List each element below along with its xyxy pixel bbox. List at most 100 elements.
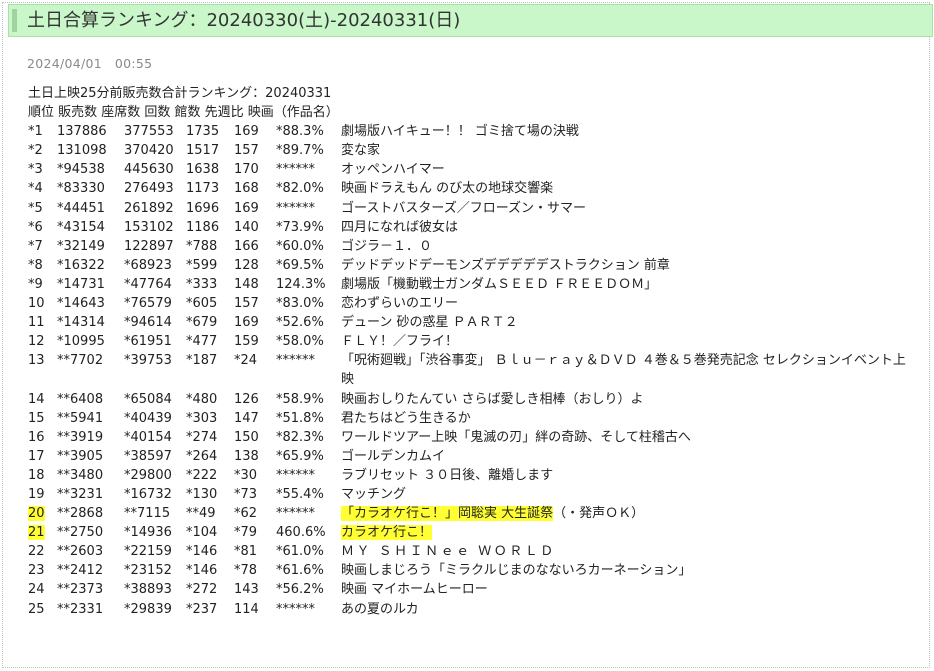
cell-rank-value: *2 [28,143,43,159]
cell-rank: 12 [28,332,45,351]
cell-seats-value: *47764 [124,276,172,292]
cell-seats: *16732 [124,485,172,504]
cell-count-value: 1173 [186,181,220,197]
cell-sales: 137886 [57,122,107,141]
movie-title: ＦＬＹ！／フライ！ [341,334,459,350]
cell-sales-value: *10995 [57,334,105,350]
cell-ratio-value: *73.9% [276,219,324,235]
cell-title: 四月になれば彼女は [341,218,458,237]
cell-count: *146 [186,561,217,580]
cell-rank-value: 23 [28,563,45,579]
cell-halls: 166 [234,237,259,256]
cell-ratio-value: ****** [276,200,315,216]
cell-rank: *1 [28,122,43,141]
cell-halls: *24 [234,351,257,370]
cell-ratio-value: 124.3% [276,276,326,292]
cell-seats-value: *14936 [124,525,172,541]
cell-title: ＦＬＹ！／フライ！ [341,332,458,351]
cell-sales: **7702 [57,351,103,370]
cell-count: **49 [186,504,216,523]
cell-seats: *29800 [124,466,172,485]
cell-ratio: ****** [276,351,315,370]
cell-ratio-value: *88.3% [276,124,324,140]
cell-ratio: *65.9% [276,447,324,466]
cell-count-value: *333 [186,276,218,292]
cell-sales-value: **3905 [57,448,104,464]
movie-title: 映画ドラえもん のび太の地球交響楽 [341,181,554,197]
movie-title: 劇場版「機動戦士ガンダムＳＥＥＤ ＦＲＥＥＤＯＭ」 [341,276,658,292]
cell-ratio-value: *82.3% [276,429,324,445]
cell-halls-value: 157 [234,296,259,312]
cell-halls-value: 166 [234,238,259,254]
cell-title: 「呪術廻戦」「渋谷事変」 Ｂｌｕ－ｒａｙ＆ＤＶＤ ４巻＆５巻発売記念 セレクショ… [341,351,916,389]
table-row: 11 *14314 *94614 *679 169 *52.6% デューン 砂の惑星 ＰＡＲ… [28,313,918,332]
ranking-heading: 土日上映25分前販売数合計ランキング：20240331 [28,86,332,101]
cell-count-value: *222 [186,467,218,483]
cell-seats: 377553 [124,122,174,141]
cell-sales-value: **2331 [57,601,104,617]
cell-seats-value: *40439 [124,410,172,426]
cell-count: *477 [186,332,217,351]
cell-sales: **2868 [57,504,103,523]
cell-halls: 150 [234,428,259,447]
cell-rank-value: *3 [28,162,43,178]
movie-title: 変な家 [341,143,381,159]
cell-halls: 114 [234,600,259,619]
cell-title: 劇場版ハイキュー！！ ゴミ捨て場の決戦 [341,122,579,141]
cell-title: ゴールデンカムイ [341,447,445,466]
cell-sales-value: *14643 [57,296,105,312]
cell-sales: **3905 [57,447,103,466]
cell-count-value: *272 [186,582,218,598]
table-row: 20 **2868 **7115 **49 *62 ****** 「カラオケ行こ！」岡聡実 … [28,504,918,523]
table-row: *8 *16322 *68923 *599 128 *69.5% デッドデッドデーモンズデデ… [28,256,918,275]
cell-sales: **2373 [57,580,103,599]
table-row: 24 **2373 *38893 *272 143 *56.2% 映画 マイホームヒーロー [28,580,918,599]
cell-seats-value: *22159 [124,544,172,560]
cell-ratio: *56.2% [276,580,324,599]
cell-seats-value: *68923 [124,257,172,273]
cell-count: *104 [186,523,217,542]
cell-count: *187 [186,351,217,370]
cell-sales: *14643 [57,294,105,313]
cell-count-value: 1517 [186,143,220,159]
ranking-content: 土日上映25分前販売数合計ランキング：20240331 順位 販売数 座席数 回… [28,84,918,619]
cell-count: *146 [186,542,217,561]
cell-ratio: ****** [276,466,315,485]
cell-seats: 370420 [124,141,174,160]
cell-count-value: *605 [186,296,218,312]
cell-rank: 15 [28,409,45,428]
cell-seats: **7115 [124,504,170,523]
cell-count: *480 [186,390,217,409]
cell-title: 変な家 [341,141,380,160]
cell-sales-value: **3919 [57,429,104,445]
cell-count-value: *477 [186,334,218,350]
cell-halls-value: 170 [234,162,259,178]
cell-rank: *2 [28,141,43,160]
cell-seats-value: *76579 [124,296,172,312]
table-row: 17 **3905 *38597 *264 138 *65.9% ゴールデンカムイ [28,447,918,466]
cell-rank: 21 [28,523,45,542]
cell-halls-value: *79 [234,525,258,541]
movie-title-suffix: （・発声ＯＫ） [553,506,645,522]
movie-title: ラブリセット ３０日後、離婚します [341,467,554,483]
table-row: *2 131098 370420 1517 157 *89.7% 変な家 [28,141,918,160]
cell-sales-value: *43154 [57,219,105,235]
cell-title: 映画ドラえもん のび太の地球交響楽 [341,179,553,198]
cell-halls-value: 143 [234,582,259,598]
cell-seats: 122897 [124,237,174,256]
cell-ratio-value: *51.8% [276,410,324,426]
cell-sales: **2412 [57,561,103,580]
cell-sales-value: **6408 [57,391,104,407]
cell-count-value: *303 [186,410,218,426]
cell-sales-value: **2868 [57,506,104,522]
cell-count: *130 [186,485,217,504]
cell-sales-value: **2373 [57,582,104,598]
cell-ratio-value: ****** [276,601,315,617]
table-row: 14 **6408 *65084 *480 126 *58.9% 映画おしりたんてい さらば… [28,390,918,409]
cell-halls: *62 [234,504,257,523]
cell-count-value: *264 [186,448,218,464]
table-row: *4 *83330 276493 1173 168 *82.0% 映画ドラえもん のび太の地… [28,179,918,198]
cell-ratio: *51.8% [276,409,324,428]
cell-halls: 169 [234,199,259,218]
cell-sales: **2603 [57,542,103,561]
